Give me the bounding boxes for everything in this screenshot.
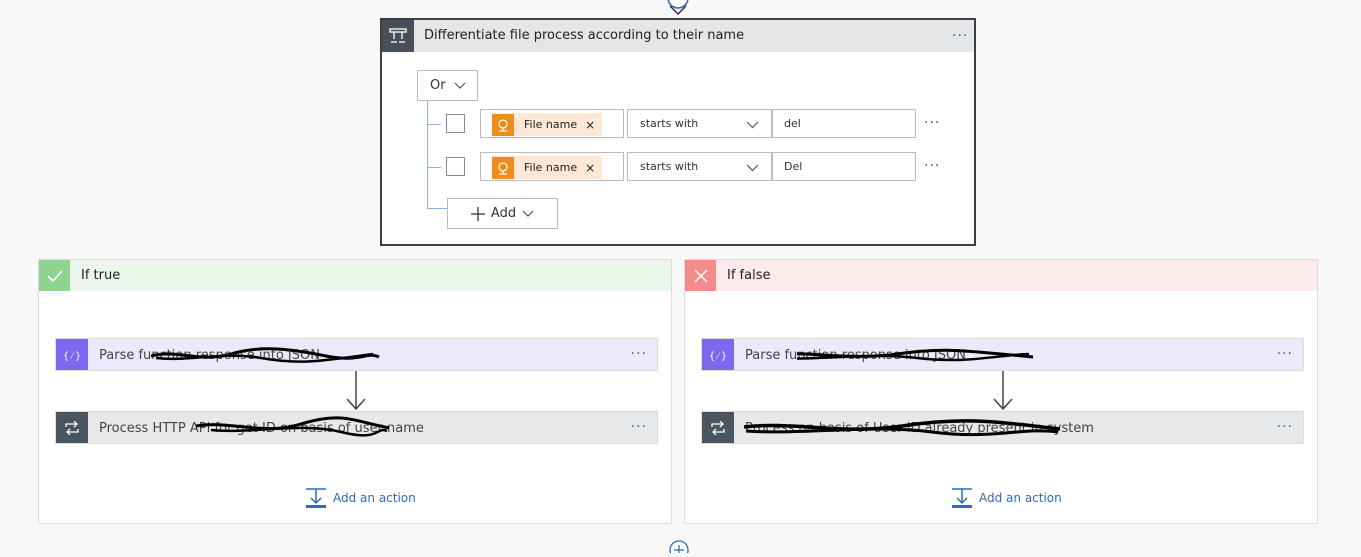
if-false-title: If false	[727, 268, 771, 283]
insert-step-icon[interactable]	[668, 538, 690, 557]
connector-icon	[492, 113, 514, 136]
group-operator-label: Or	[430, 78, 446, 93]
if-false-header[interactable]: If false	[685, 260, 1317, 291]
arrow-down-icon	[993, 371, 1013, 411]
operator-select[interactable]: starts with	[627, 152, 772, 181]
token-label: File name	[524, 118, 578, 131]
right-operand-value: del	[784, 117, 801, 130]
condition-icon	[382, 20, 414, 52]
add-an-action-button[interactable]: Add an action	[305, 487, 416, 509]
parse-json-action[interactable]: {⁄} Parse function response into JSON ··…	[55, 338, 658, 371]
tree-line	[427, 101, 428, 209]
add-an-action-label: Add an action	[979, 491, 1062, 505]
add-condition-button[interactable]: Add	[447, 198, 558, 229]
arrow-down-icon	[346, 371, 366, 411]
file-name-token[interactable]: File name ×	[492, 113, 602, 136]
right-operand-field[interactable]: Del	[772, 152, 916, 181]
operator-value: starts with	[640, 117, 699, 130]
parse-json-icon: {⁄}	[702, 339, 734, 370]
loop-icon	[56, 412, 88, 443]
redaction-scribble	[797, 348, 1034, 362]
chevron-down-icon	[522, 210, 534, 217]
close-icon	[685, 260, 716, 291]
process-http-action[interactable]: Process HTTP API for get ID on basis of …	[55, 411, 658, 444]
file-name-token[interactable]: File name ×	[492, 156, 602, 179]
group-operator-dropdown[interactable]: Or	[417, 70, 478, 101]
row-more-menu[interactable]: ···	[924, 158, 940, 174]
loop-icon	[702, 412, 734, 443]
tree-branch-line	[427, 208, 447, 209]
action-more-menu[interactable]: ···	[631, 346, 647, 362]
left-operand-field[interactable]: File name ×	[480, 152, 624, 181]
action-more-menu[interactable]: ···	[1277, 346, 1293, 362]
action-more-menu[interactable]: ···	[1277, 419, 1293, 435]
add-action-icon	[952, 488, 972, 508]
if-true-branch: If true {⁄} Parse function response into…	[38, 259, 672, 524]
if-false-branch: If false {⁄} Parse function response int…	[684, 259, 1318, 524]
add-an-action-label: Add an action	[333, 491, 416, 505]
remove-token-icon[interactable]: ×	[585, 118, 595, 132]
redaction-scribble	[195, 416, 390, 437]
condition-header[interactable]: Differentiate file process according to …	[382, 20, 974, 52]
svg-text:{⁄}: {⁄}	[709, 351, 727, 362]
chevron-down-icon	[746, 121, 759, 129]
tree-branch-line	[427, 124, 441, 125]
token-label: File name	[524, 161, 578, 174]
row-more-menu[interactable]: ···	[924, 115, 940, 131]
action-more-menu[interactable]: ···	[631, 419, 647, 435]
operator-value: starts with	[640, 160, 699, 173]
if-true-title: If true	[81, 268, 121, 283]
redaction-scribble	[743, 419, 1061, 437]
connector-icon	[492, 156, 514, 179]
remove-token-icon[interactable]: ×	[585, 161, 595, 175]
redaction-scribble	[151, 347, 380, 363]
tree-branch-line	[427, 167, 441, 168]
right-operand-field[interactable]: del	[772, 109, 916, 138]
parse-json-icon: {⁄}	[56, 339, 88, 370]
checkmark-icon	[39, 260, 70, 291]
condition-title: Differentiate file process according to …	[424, 28, 745, 43]
add-an-action-button[interactable]: Add an action	[951, 487, 1062, 509]
row-checkbox[interactable]	[446, 157, 465, 176]
chevron-down-icon	[454, 82, 466, 89]
condition-card: Differentiate file process according to …	[380, 18, 976, 246]
process-action[interactable]: Process on basis of User ID already pres…	[701, 411, 1304, 444]
parse-json-action[interactable]: {⁄} Parse function response into JSON ··…	[701, 338, 1304, 371]
plus-icon	[470, 206, 485, 221]
add-action-icon	[306, 488, 326, 508]
operator-select[interactable]: starts with	[627, 109, 772, 138]
condition-more-menu[interactable]: ···	[952, 28, 968, 44]
add-label: Add	[490, 206, 517, 221]
right-operand-value: Del	[784, 160, 803, 173]
chevron-down-icon	[746, 164, 759, 172]
left-operand-field[interactable]: File name ×	[480, 109, 624, 138]
svg-text:{⁄}: {⁄}	[63, 351, 81, 362]
if-true-header[interactable]: If true	[39, 260, 671, 291]
row-checkbox[interactable]	[446, 114, 465, 133]
